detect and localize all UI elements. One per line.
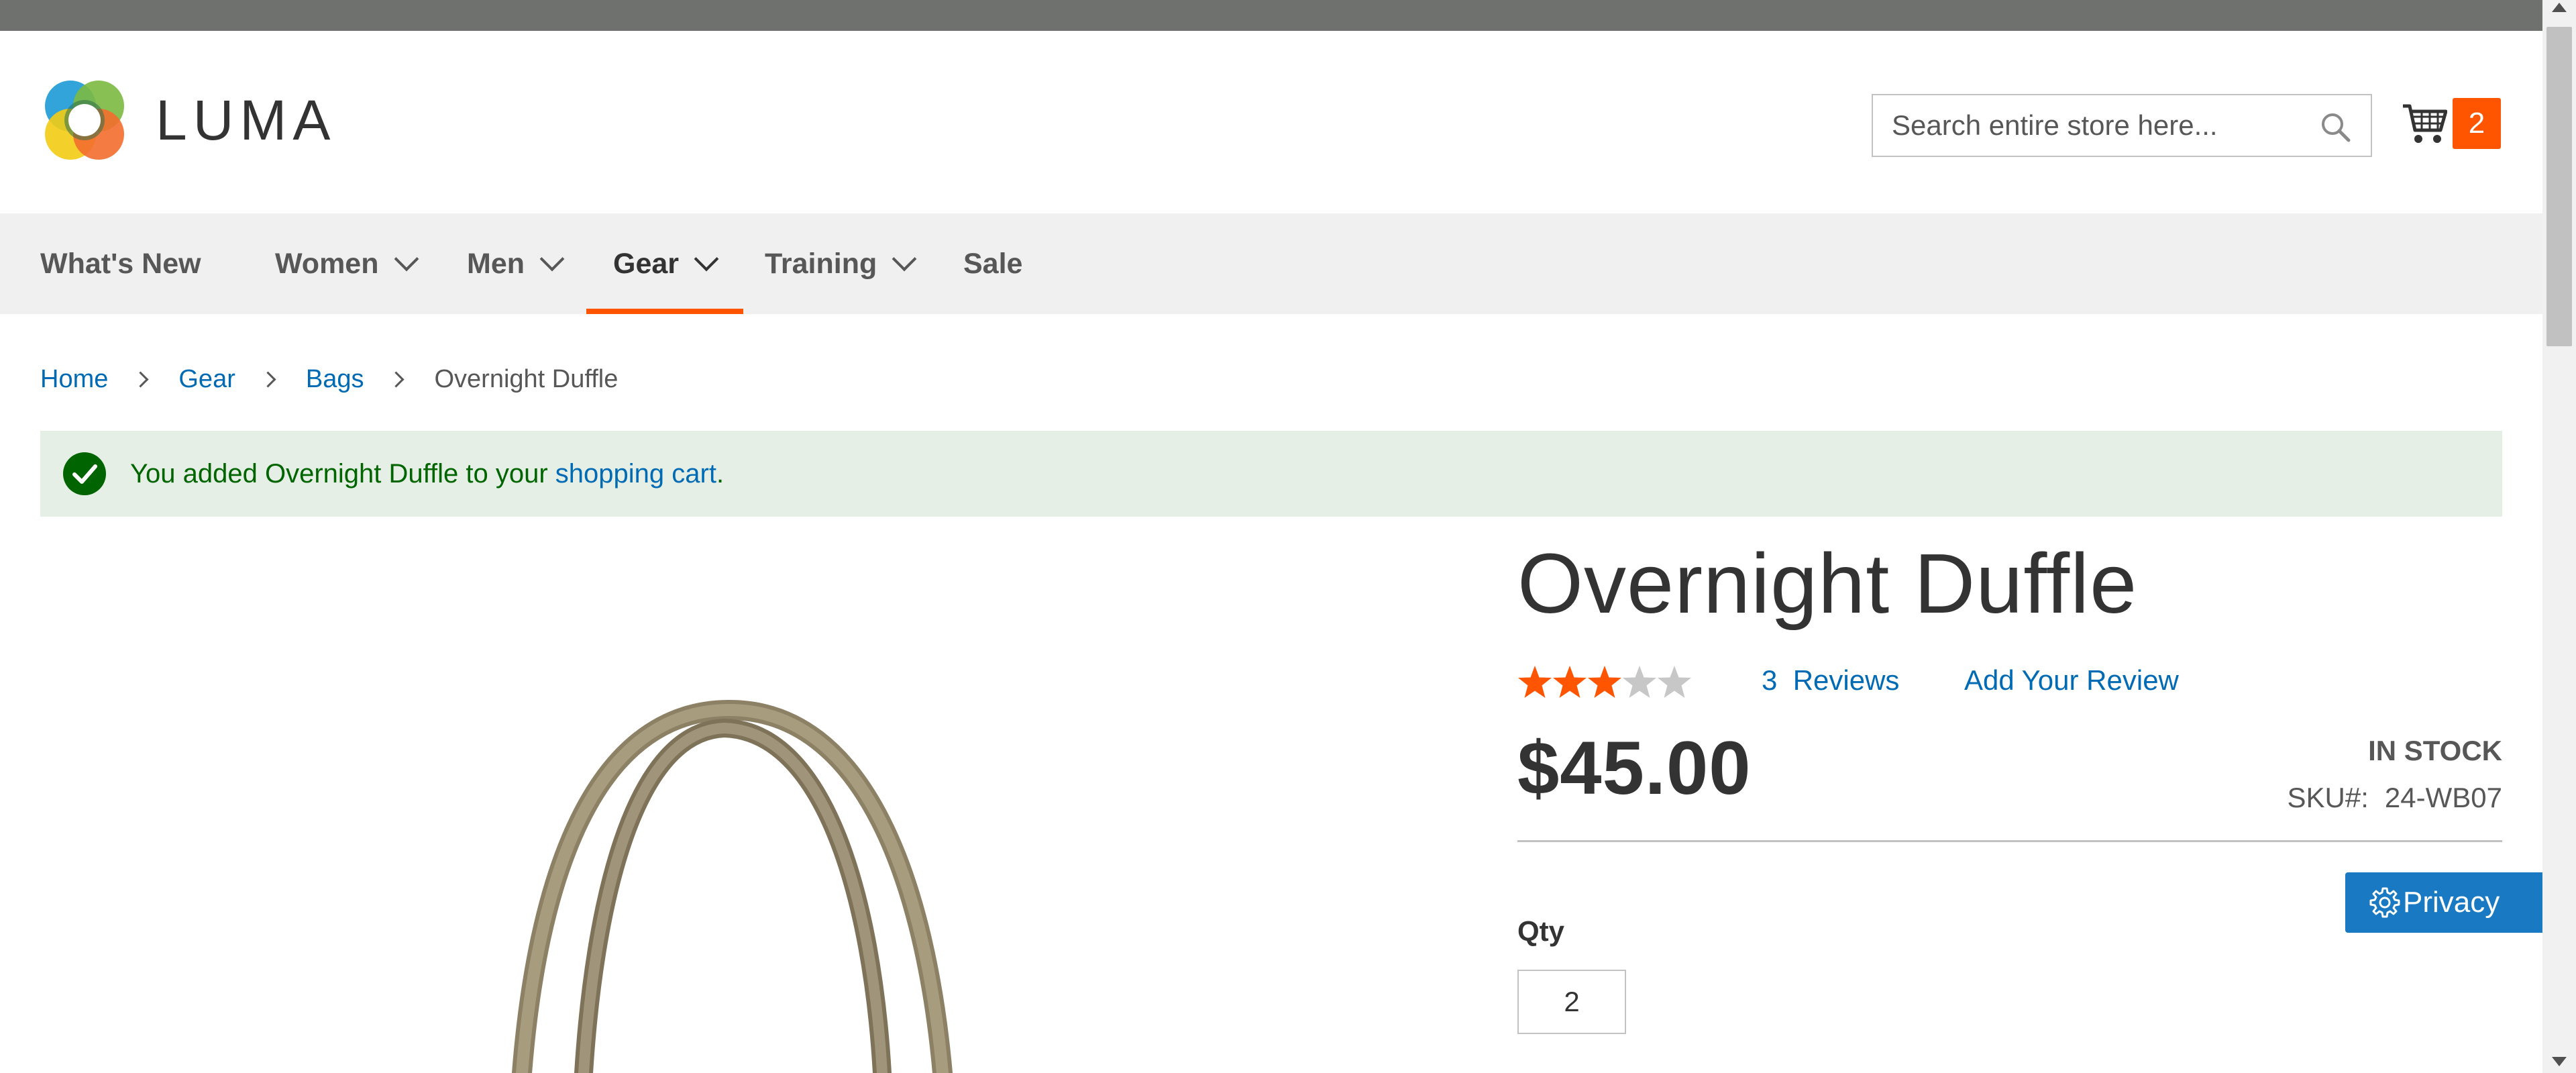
nav-item-training[interactable]: Training	[765, 213, 917, 314]
logo[interactable]: LUMA	[40, 76, 336, 164]
luma-logo-icon	[45, 81, 124, 160]
star-icon	[1658, 666, 1691, 698]
search-box	[1872, 94, 2372, 157]
qty-input[interactable]	[1517, 970, 1626, 1034]
breadcrumb-bags[interactable]: Bags	[306, 365, 364, 394]
nav-item-women[interactable]: Women	[275, 213, 419, 314]
nav-item-label: Men	[467, 248, 525, 280]
logo-text: LUMA	[156, 88, 337, 152]
top-bar	[0, 0, 2542, 31]
cart-count-badge[interactable]: 2	[2453, 98, 2501, 149]
add-review-link[interactable]: Add Your Review	[1964, 664, 2179, 697]
nav-item-label: Training	[765, 248, 877, 280]
sku-value: 24-WB07	[2384, 782, 2502, 813]
chevron-down-icon	[694, 246, 719, 272]
reviews-link[interactable]: 3 Reviews	[1762, 664, 1899, 697]
qty-label: Qty	[1517, 915, 1565, 947]
reviews-label: Reviews	[1792, 664, 1900, 696]
breadcrumb-gear[interactable]: Gear	[178, 365, 235, 394]
search-input[interactable]	[1873, 95, 2309, 156]
rating-stars	[1518, 666, 1691, 698]
privacy-label: Privacy	[2403, 886, 2500, 919]
nav-item-whats-new[interactable]: What's New	[40, 213, 201, 314]
main-navigation: What's New Women Men Gear Training Sale	[0, 213, 2542, 314]
nav-item-sale[interactable]: Sale	[963, 213, 1022, 314]
reviews-count: 3	[1762, 664, 1778, 696]
star-icon	[1518, 666, 1552, 698]
stock-status: IN STOCK	[2368, 735, 2502, 766]
sku-label: SKU#:	[2287, 782, 2369, 813]
nav-item-label: Women	[275, 248, 379, 280]
checkmark-icon	[63, 452, 106, 495]
minicart[interactable]: 2	[2402, 98, 2502, 149]
search-icon[interactable]	[2318, 110, 2352, 144]
nav-item-label: Sale	[963, 248, 1023, 280]
product-price: $45.00	[1517, 726, 1752, 810]
scroll-up-arrow-icon[interactable]	[2552, 3, 2567, 12]
message-suffix: .	[716, 459, 724, 489]
duffle-bag-image	[512, 699, 953, 1073]
vertical-scrollbar[interactable]	[2542, 0, 2576, 1073]
shopping-cart-link[interactable]: shopping cart	[555, 459, 716, 489]
active-nav-indicator	[586, 309, 744, 314]
success-message-text: You added Overnight Duffle to your shopp…	[130, 431, 724, 517]
chevron-right-icon	[260, 371, 276, 388]
chevron-down-icon	[539, 246, 565, 272]
star-icon	[1553, 666, 1587, 698]
scrollbar-thumb[interactable]	[2546, 27, 2572, 346]
divider	[1517, 840, 2502, 842]
star-icon	[1588, 666, 1621, 698]
success-message: You added Overnight Duffle to your shopp…	[40, 431, 2502, 517]
message-prefix: You added Overnight Duffle to your	[130, 459, 555, 489]
nav-item-gear[interactable]: Gear	[586, 213, 744, 314]
chevron-down-icon	[892, 246, 917, 272]
cart-icon[interactable]	[2402, 102, 2447, 145]
chevron-right-icon	[132, 371, 149, 388]
chevron-down-icon	[394, 246, 419, 272]
nav-item-label: Gear	[613, 248, 680, 280]
product-image[interactable]	[0, 537, 1462, 1073]
product-title: Overnight Duffle	[1517, 536, 2138, 631]
nav-item-men[interactable]: Men	[467, 213, 565, 314]
gear-icon	[2369, 887, 2400, 918]
breadcrumb-current: Overnight Duffle	[434, 365, 619, 393]
nav-item-label: What's New	[40, 248, 201, 280]
star-icon	[1623, 666, 1656, 698]
breadcrumb-home[interactable]: Home	[40, 365, 108, 394]
privacy-button[interactable]: Privacy	[2345, 872, 2542, 933]
breadcrumb: Home Gear Bags Overnight Duffle	[40, 365, 618, 394]
chevron-right-icon	[388, 371, 405, 388]
scroll-down-arrow-icon[interactable]	[2552, 1057, 2567, 1066]
product-sku: SKU#: 24-WB07	[2288, 782, 2502, 814]
